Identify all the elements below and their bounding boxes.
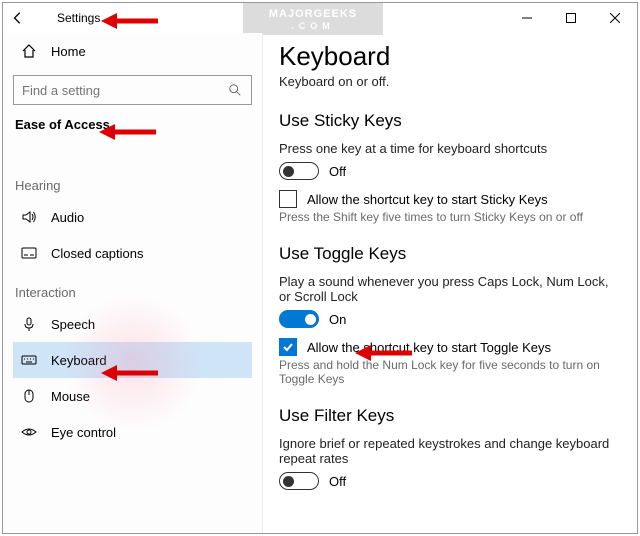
sticky-shortcut-checkbox[interactable] (279, 190, 297, 208)
section-sticky-keys: Use Sticky Keys Press one key at a time … (279, 111, 617, 224)
sidebar-item-label: Eye control (51, 425, 116, 440)
section-hint: Press and hold the Num Lock key for five… (279, 358, 617, 386)
toggle-keys-toggle[interactable] (279, 310, 319, 328)
audio-icon (21, 209, 37, 225)
settings-window: MAJORGEEKS .COM Settings (2, 2, 638, 534)
sidebar-item-label: Home (51, 44, 86, 59)
window-controls (505, 3, 637, 33)
sidebar-item-label: Audio (51, 210, 84, 225)
home-icon (21, 43, 37, 59)
sidebar-group-hearing: Hearing (15, 178, 252, 193)
sidebar-group-interaction: Interaction (15, 285, 252, 300)
toggle-state-label: Off (329, 164, 346, 179)
mic-icon (21, 316, 37, 332)
checkbox-label: Allow the shortcut key to start Toggle K… (307, 340, 551, 355)
search-icon (227, 82, 243, 98)
sidebar-item-audio[interactable]: Audio (13, 199, 252, 235)
filter-keys-toggle[interactable] (279, 472, 319, 490)
toggle-state-label: On (329, 312, 346, 327)
sidebar-item-eye[interactable]: Eye control (13, 414, 252, 450)
section-description: Press one key at a time for keyboard sho… (279, 141, 617, 156)
minimize-button[interactable] (505, 3, 549, 33)
checkbox-label: Allow the shortcut key to start Sticky K… (307, 192, 548, 207)
page-title: Keyboard (279, 41, 617, 72)
mouse-icon (21, 388, 37, 404)
sidebar-item-label: Keyboard (51, 353, 107, 368)
eye-icon (21, 424, 37, 440)
back-button[interactable] (3, 3, 33, 33)
sidebar-item-label: Speech (51, 317, 95, 332)
sticky-keys-toggle[interactable] (279, 162, 319, 180)
togglekeys-shortcut-checkbox[interactable] (279, 338, 297, 356)
sidebar-item-home[interactable]: Home (13, 33, 252, 69)
sidebar-item-keyboard[interactable]: Keyboard (13, 342, 252, 378)
page-subtitle: Keyboard on or off. (279, 74, 617, 89)
titlebar: Settings (3, 3, 637, 33)
close-button[interactable] (593, 3, 637, 33)
captions-icon (21, 245, 37, 261)
sidebar-item-captions[interactable]: Closed captions (13, 235, 252, 271)
section-toggle-keys: Use Toggle Keys Play a sound whenever yo… (279, 244, 617, 386)
section-description: Ignore brief or repeated keystrokes and … (279, 436, 617, 466)
sidebar-category: Ease of Access (15, 117, 252, 132)
sidebar: Home Ease of Access Hearing Audio (3, 33, 263, 533)
toggle-state-label: Off (329, 474, 346, 489)
window-title: Settings (57, 11, 100, 25)
section-heading: Use Filter Keys (279, 406, 617, 426)
section-hint: Press the Shift key five times to turn S… (279, 210, 617, 224)
sidebar-item-label: Mouse (51, 389, 90, 404)
maximize-button[interactable] (549, 3, 593, 33)
section-filter-keys: Use Filter Keys Ignore brief or repeated… (279, 406, 617, 490)
sidebar-item-mouse[interactable]: Mouse (13, 378, 252, 414)
search-input[interactable] (22, 83, 227, 98)
keyboard-icon (21, 352, 37, 368)
section-heading: Use Toggle Keys (279, 244, 617, 264)
search-input-wrapper[interactable] (13, 75, 252, 105)
sidebar-item-speech[interactable]: Speech (13, 306, 252, 342)
section-heading: Use Sticky Keys (279, 111, 617, 131)
section-description: Play a sound whenever you press Caps Loc… (279, 274, 617, 304)
sidebar-item-label: Closed captions (51, 246, 144, 261)
main-panel: Keyboard Keyboard on or off. Use Sticky … (263, 33, 637, 533)
